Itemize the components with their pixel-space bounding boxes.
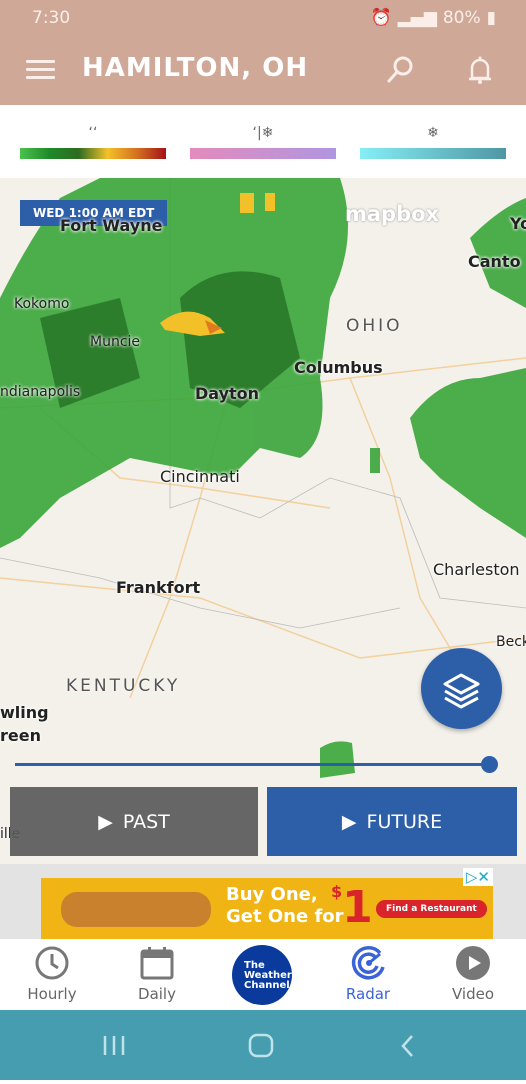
nav-label: Hourly: [27, 985, 77, 1003]
location-title[interactable]: HAMILTON, OH: [82, 53, 308, 83]
radar-overlay: [0, 178, 526, 778]
past-button[interactable]: ▶ PAST: [10, 787, 258, 856]
snow-icon: ❄: [427, 125, 439, 141]
ad-creative[interactable]: Buy One, Get One for $1 Find a Restaurant: [41, 878, 493, 939]
bell-icon[interactable]: [464, 54, 496, 86]
find-restaurant-button[interactable]: Find a Restaurant: [376, 900, 487, 918]
city-bowling-green-2: reen: [0, 726, 41, 745]
city-canton: Canto: [468, 252, 521, 271]
region-kentucky: KENTUCKY: [66, 676, 181, 696]
city-cincinnati: Cincinnati: [160, 467, 240, 486]
system-nav-bar: [0, 1010, 526, 1080]
home-button[interactable]: [248, 1033, 274, 1058]
city-fort-wayne: Fort Wayne: [60, 216, 163, 235]
nav-hourly[interactable]: Hourly: [12, 945, 92, 1003]
city-indianapolis: ndianapolis: [0, 384, 81, 400]
ad-banner[interactable]: Buy One, Get One for $1 Find a Restaurant…: [0, 864, 526, 939]
rain-icon: ʻʻ: [88, 125, 98, 141]
layers-icon: [443, 673, 480, 709]
snow-scale: [360, 148, 506, 159]
ad-line1: Buy One,: [226, 884, 318, 905]
nav-video[interactable]: Video: [433, 945, 513, 1003]
status-bar: 7:30 ⏰ ▂▄▆ 80% ▮: [0, 0, 526, 36]
alarm-icon: ⏰: [370, 8, 392, 28]
past-label: PAST: [122, 810, 170, 833]
battery-icon: ▮: [486, 8, 496, 28]
region-ohio: OHIO: [346, 316, 403, 336]
bottom-nav: Hourly Daily The Weather Channel Radar Vid…: [0, 939, 526, 1010]
search-icon[interactable]: [384, 54, 416, 86]
play-icon: [456, 946, 490, 980]
timeline-track[interactable]: [15, 763, 493, 766]
back-button[interactable]: [401, 1035, 413, 1057]
mix-scale: [190, 148, 336, 159]
ad-price-symbol: $: [331, 882, 343, 901]
nav-label: Radar: [345, 985, 391, 1003]
layers-button[interactable]: [421, 648, 502, 729]
battery-level: 80%: [442, 8, 481, 28]
rain-scale: [20, 148, 166, 159]
status-time: 7:30: [32, 8, 71, 28]
city-columbus: Columbus: [294, 358, 383, 377]
nav-label: Video: [451, 985, 495, 1003]
precip-legend: ʻʻ ʻ|❄ ❄: [0, 105, 526, 178]
city-bowling-green-1: wling: [0, 703, 49, 722]
city-youngstown: Yo: [510, 214, 526, 233]
nav-radar[interactable]: Radar: [328, 945, 408, 1003]
clock-icon: [35, 946, 69, 980]
ad-line2: Get One for: [226, 906, 344, 927]
timeline-handle[interactable]: [481, 756, 498, 773]
city-dayton: Dayton: [195, 384, 260, 403]
signal-icon: ▂▄▆: [397, 8, 437, 28]
play-icon: ▶: [98, 810, 113, 833]
calendar-icon: [140, 947, 174, 980]
city-kokomo: Kokomo: [14, 296, 70, 312]
radar-icon: [351, 946, 385, 980]
ad-price: 1: [342, 882, 373, 933]
nav-label: Daily: [138, 985, 176, 1003]
twc-logo[interactable]: The Weather Channel: [232, 945, 292, 1005]
play-icon: ▶: [341, 810, 357, 833]
nav-daily[interactable]: Daily: [117, 945, 197, 1003]
burger-image: [61, 892, 211, 927]
future-button[interactable]: ▶ FUTURE: [267, 787, 517, 856]
city-frankfort: Frankfort: [116, 578, 201, 597]
mix-icon: ʻ|❄: [252, 125, 274, 141]
city-muncie: Muncie: [90, 334, 141, 350]
mapbox-logo: mapbox: [345, 202, 440, 226]
ad-close-icon[interactable]: ▷✕: [462, 868, 493, 886]
menu-icon[interactable]: [26, 60, 55, 80]
app-bar: HAMILTON, OH: [0, 36, 526, 105]
future-label: FUTURE: [366, 810, 443, 833]
radar-map[interactable]: WED 1:00 AM EDT mapbox Fort Wayne Kokomo…: [0, 178, 526, 864]
city-charleston: Charleston: [433, 560, 520, 579]
recents-button[interactable]: [103, 1036, 125, 1055]
